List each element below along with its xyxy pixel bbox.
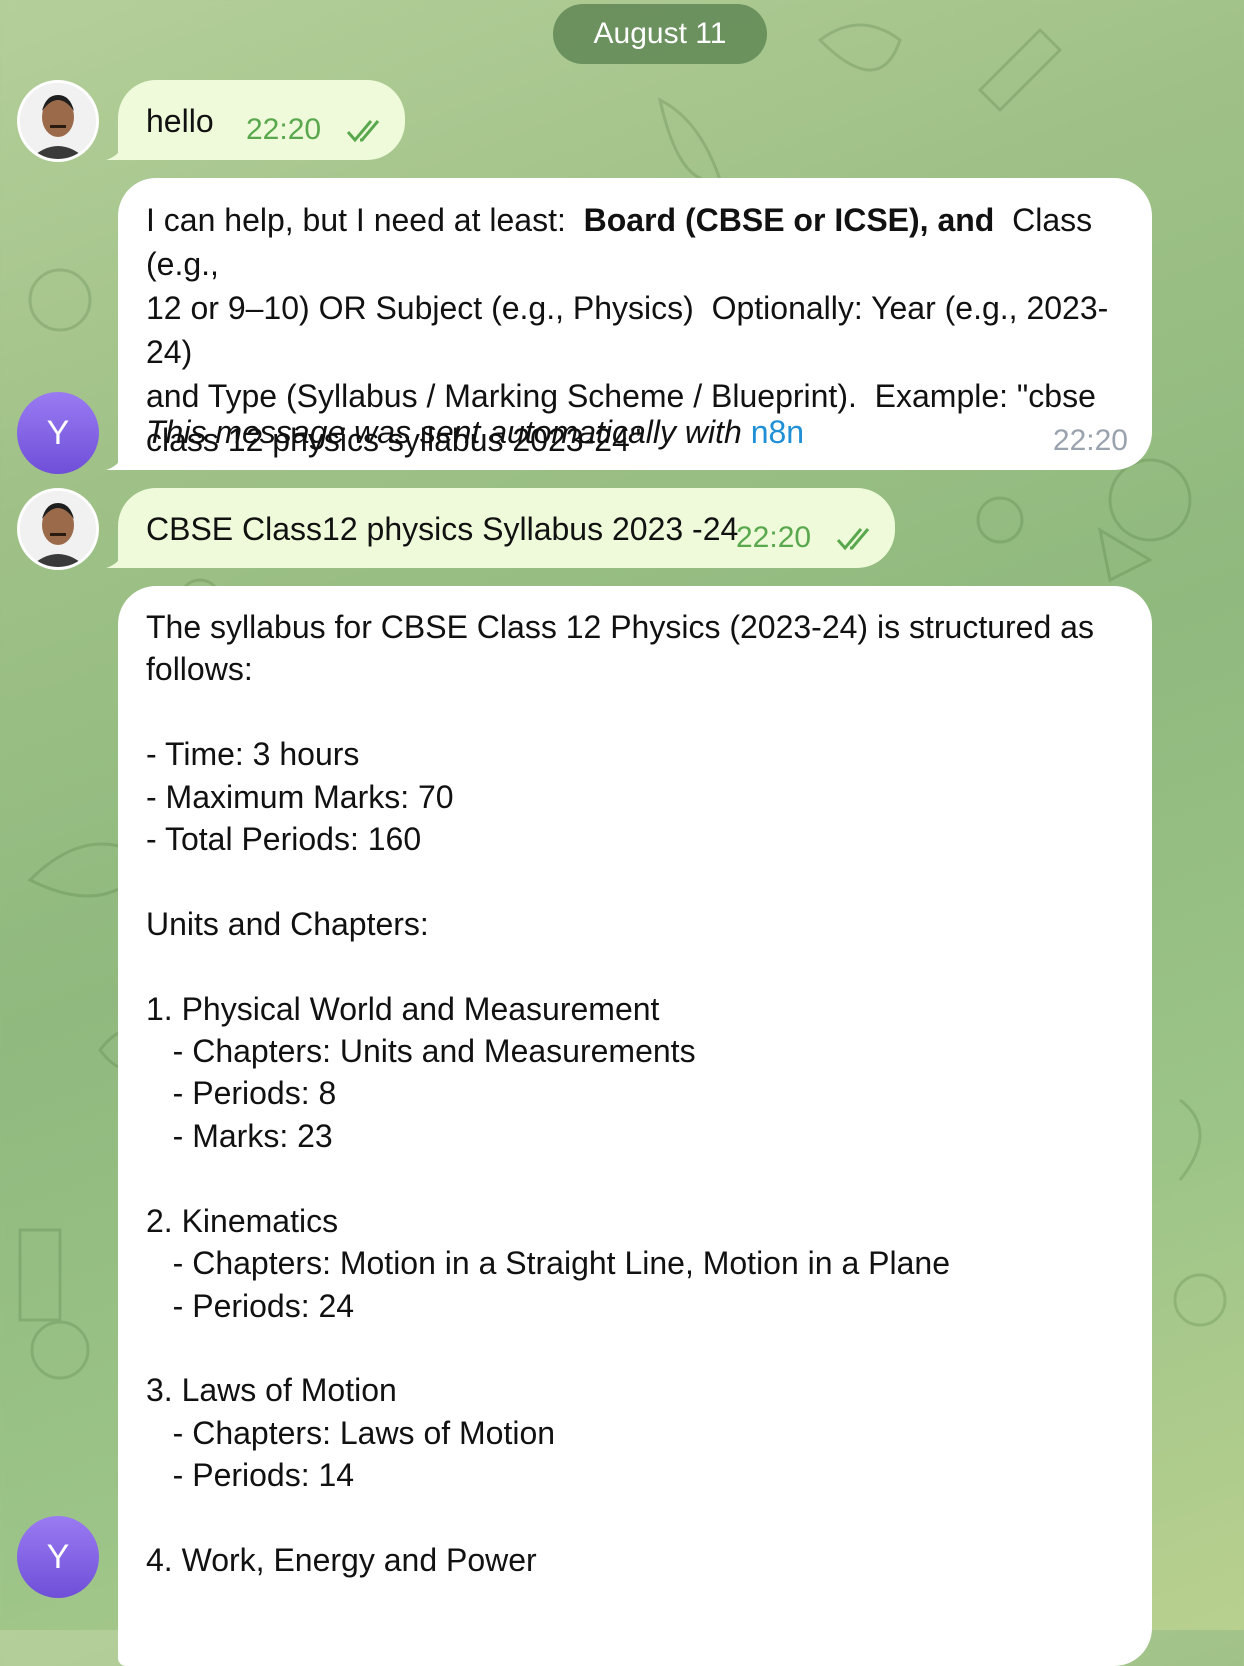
bot-avatar[interactable]: Y (17, 1516, 99, 1598)
message-text-bold: Board (CBSE or ICSE), and (583, 202, 995, 238)
message-text: hello (146, 103, 214, 139)
user-avatar[interactable] (17, 488, 99, 570)
read-checks-icon (836, 528, 870, 551)
message-text-pre: I can help, but I need at least: (146, 202, 584, 238)
n8n-link[interactable]: n8n (751, 414, 804, 450)
user-avatar[interactable] (17, 80, 99, 162)
auto-sent-note: This message was sent automatically with… (146, 410, 804, 454)
message-time: 22:20 (736, 521, 812, 554)
date-separator: August 11 (553, 4, 767, 64)
read-checks-icon (346, 120, 380, 143)
message-time: 22:20 (1052, 424, 1128, 457)
outgoing-message[interactable]: CBSE Class12 physics Syllabus 2023 -24 2… (106, 488, 895, 568)
bubble-tail (106, 448, 128, 470)
bot-avatar[interactable]: Y (17, 392, 99, 474)
outgoing-message[interactable]: hello 22:20 (106, 80, 405, 160)
bubble-tail (106, 546, 128, 568)
bubble-tail (106, 138, 128, 160)
user-photo-icon (20, 491, 96, 567)
message-text: The syllabus for CBSE Class 12 Physics (… (146, 609, 1094, 1578)
incoming-message[interactable]: I can help, but I need at least: Board (… (106, 178, 1152, 470)
auto-sent-text: This message was sent automatically with (146, 414, 751, 450)
incoming-message[interactable]: The syllabus for CBSE Class 12 Physics (… (118, 586, 1152, 1666)
message-text: CBSE Class12 physics Syllabus 2023 -24 (146, 511, 739, 547)
user-photo-icon (20, 83, 96, 159)
message-time: 22:20 (246, 113, 322, 146)
